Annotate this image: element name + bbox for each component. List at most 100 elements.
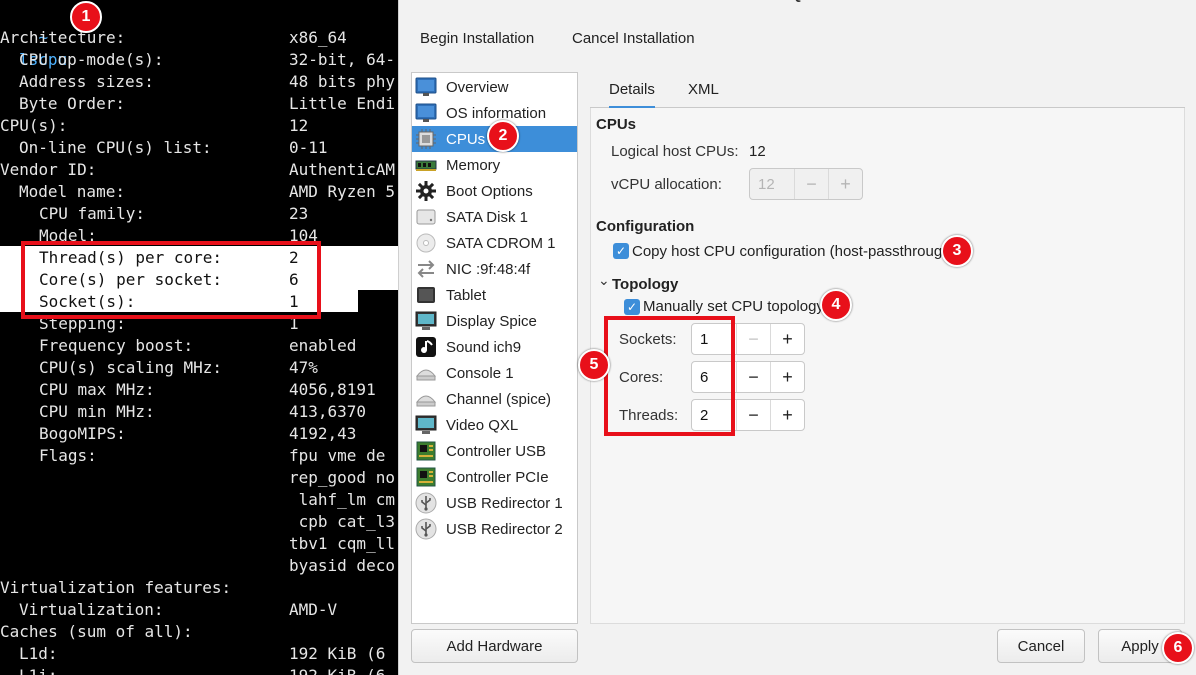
cdrom-icon <box>415 232 437 254</box>
terminal-line-label: CPU min MHz: <box>39 402 155 421</box>
sockets-decrement-button[interactable]: − <box>736 324 770 354</box>
logical-cpus-label: Logical host CPUs: <box>611 143 739 160</box>
terminal-line-label: Address sizes: <box>19 72 154 91</box>
terminal-line: CPU min MHz: 413,6370 <box>0 401 400 423</box>
cpu-chip-icon <box>415 128 437 150</box>
sidebar-item-boot-options[interactable]: Boot Options <box>412 178 577 204</box>
sidebar-item-nic-9f-48-4f[interactable]: NIC :9f:48:4f <box>412 256 577 282</box>
terminal-line-value: 4056,8191 <box>289 380 376 399</box>
terminal-line-label: CPU op-mode(s): <box>19 50 164 69</box>
sidebar-item-usb-redirector-1[interactable]: USB Redirector 1 <box>412 490 577 516</box>
sidebar-item-label: OS information <box>446 104 547 122</box>
sidebar-item-overview[interactable]: Overview <box>412 74 577 100</box>
terminal-line: lahf_lm cm <box>0 489 400 511</box>
terminal-line-label: Vendor ID: <box>0 160 97 179</box>
tab-bar: Details XML <box>590 72 1185 109</box>
terminal-line: Architecture: x86_64 <box>0 27 400 49</box>
topology-expander[interactable]: Topology <box>612 276 678 293</box>
manual-topology-checkbox[interactable]: ✓ <box>624 299 640 315</box>
memory-stick-icon <box>415 154 437 176</box>
hardware-list: Overview OS information CPUs Memory Boot Opt… <box>411 72 578 624</box>
sidebar-item-channel-spice[interactable]: Channel (spice) <box>412 386 577 412</box>
terminal-line-value: 47% <box>289 358 318 377</box>
begin-installation-button[interactable]: Begin Installation <box>420 30 534 47</box>
terminal-line: Flags: fpu vme de <box>0 445 400 467</box>
sidebar-item-label: Tablet <box>446 286 487 304</box>
sidebar-item-label: NIC :9f:48:4f <box>446 260 531 278</box>
terminal-line-value: Little Endi <box>289 94 395 113</box>
terminal-line: Virtualization features: <box>0 577 400 599</box>
chevron-down-icon[interactable]: ⌄ <box>598 272 610 289</box>
menubar: Begin Installation Cancel Installation <box>399 22 1196 58</box>
terminal-line-value: fpu vme de <box>289 446 386 465</box>
sidebar-item-sata-cdrom-1[interactable]: SATA CDROM 1 <box>412 230 577 256</box>
sockets-increment-button[interactable]: + <box>770 324 804 354</box>
terminal-line-value: 192 KiB (6 <box>289 665 385 675</box>
manual-topology-label: Manually set CPU topology <box>643 298 824 315</box>
annotation-badge-4: 4 <box>820 289 852 321</box>
controller-board-icon <box>415 466 437 488</box>
sidebar-item-display-spice[interactable]: Display Spice <box>412 308 577 334</box>
sidebar-item-console-1[interactable]: Console 1 <box>412 360 577 386</box>
terminal-line: On-line CPU(s) list: 0-11 <box>0 137 400 159</box>
tab-xml[interactable]: XML <box>688 81 719 98</box>
gear-icon <box>415 180 437 202</box>
sidebar-item-controller-pcie[interactable]: Controller PCIe <box>412 464 577 490</box>
terminal-line: rep_good no <box>0 467 400 489</box>
copy-host-cpu-checkbox[interactable]: ✓ <box>613 243 629 259</box>
sidebar-item-usb-redirector-2[interactable]: USB Redirector 2 <box>412 516 577 542</box>
cancel-button[interactable]: Cancel <box>997 629 1085 663</box>
terminal-line-value: 192 KiB (6 <box>289 644 386 663</box>
terminal-topology-highlight-box <box>21 241 321 319</box>
sidebar-item-label: Video QXL <box>446 416 519 434</box>
sidebar-item-label: Overview <box>446 78 509 96</box>
configuration-section-title: Configuration <box>596 218 695 235</box>
sidebar-item-tablet[interactable]: Tablet <box>412 282 577 308</box>
terminal-line-label: Architecture: <box>0 28 126 47</box>
terminal-line: L1i: 192 KiB (6 <box>0 665 400 675</box>
sidebar-item-sound-ich9[interactable]: Sound ich9 <box>412 334 577 360</box>
controller-board-icon <box>415 440 437 462</box>
terminal-line: CPU(s) scaling MHz: 47% <box>0 357 400 379</box>
sidebar-item-video-qxl[interactable]: Video QXL <box>412 412 577 438</box>
terminal-line-value: cpb cat_l3 <box>289 512 395 531</box>
tab-details[interactable]: Details <box>609 81 655 109</box>
cores-decrement-button[interactable]: − <box>736 362 770 392</box>
tablet-icon <box>415 284 437 306</box>
add-hardware-button[interactable]: Add Hardware <box>411 629 578 663</box>
terminal-line-value: 4192,43 <box>289 424 357 443</box>
terminal-line: Byte Order: Little Endi <box>0 93 400 115</box>
vcpu-increment-button: + <box>828 169 862 199</box>
threads-increment-button[interactable]: + <box>770 400 804 430</box>
cancel-installation-button[interactable]: Cancel Installation <box>572 30 695 47</box>
terminal-line-label: BogoMIPS: <box>39 424 126 443</box>
threads-decrement-button[interactable]: − <box>736 400 770 430</box>
sound-icon <box>415 336 437 358</box>
terminal-line-label: Frequency boost: <box>39 336 194 355</box>
terminal-line-value: 48 bits phy <box>289 72 395 91</box>
terminal-line-label: CPU max MHz: <box>39 380 155 399</box>
terminal-line-label: Caches (sum of all): <box>0 622 193 641</box>
annotation-badge-6: 6 <box>1162 632 1194 664</box>
sidebar-item-memory[interactable]: Memory <box>412 152 577 178</box>
cores-increment-button[interactable]: + <box>770 362 804 392</box>
usb-icon <box>415 492 437 514</box>
terminal-line-value: 12 <box>289 116 309 135</box>
vcpu-allocation-value: 12 <box>758 175 775 193</box>
terminal-line-value: lahf_lm cm <box>289 490 395 509</box>
terminal-line-label: Flags: <box>39 446 97 465</box>
sidebar-item-sata-disk-1[interactable]: SATA Disk 1 <box>412 204 577 230</box>
sidebar-item-controller-usb[interactable]: Controller USB <box>412 438 577 464</box>
terminal-line-label: CPU(s): <box>0 116 68 135</box>
terminal-line-value: AMD-V <box>289 600 338 619</box>
cpus-section-title: CPUs <box>596 116 637 133</box>
vcpu-decrement-button: − <box>794 169 828 199</box>
terminal-line: CPU max MHz: 4056,8191 <box>0 379 400 401</box>
monitor-icon <box>415 76 437 98</box>
terminal-line-value: tbv1 cqm_ll <box>289 534 395 553</box>
terminal-window[interactable]: ~ lscpu Architecture: x86_64 CPU op-mode(s… <box>0 0 400 675</box>
console-icon <box>415 388 437 410</box>
terminal-line-label: CPU(s) scaling MHz: <box>39 358 223 377</box>
terminal-line-label: On-line CPU(s) list: <box>19 138 212 157</box>
terminal-line: Caches (sum of all): <box>0 621 400 643</box>
